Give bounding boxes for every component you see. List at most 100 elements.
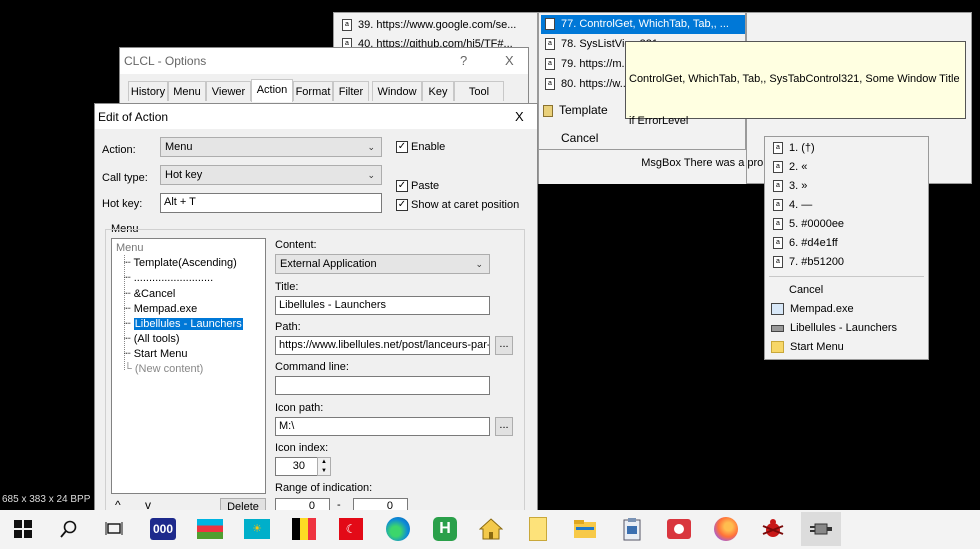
clipboard-app-icon[interactable] — [615, 512, 649, 546]
document-icon: a — [773, 199, 783, 212]
command-line-input[interactable] — [275, 376, 490, 395]
template-item[interactable]: Template — [543, 101, 608, 120]
action-select[interactable]: Menu ⌄ — [160, 137, 382, 157]
tree-item-new[interactable]: └ (New content) — [124, 362, 203, 377]
popup-item-mempad[interactable]: Mempad.exe — [771, 300, 854, 319]
popup-menu: a 1. (†) a 2. « a 3. » a 4. — a 5. #0000ee a6… — [764, 136, 929, 360]
tree-item[interactable]: ┈ Mempad.exe — [124, 302, 197, 317]
popup-cancel[interactable]: Cancel — [789, 281, 823, 300]
azerbaijan-flag-icon[interactable] — [193, 512, 227, 546]
history-item-selected[interactable]: a 77. ControlGet, WhichTab, Tab,, ... — [541, 15, 745, 34]
options-titlebar: CLCL - Options ? X — [120, 48, 528, 74]
tab-format[interactable]: Format — [293, 81, 333, 101]
hot-key-input[interactable]: Alt + T — [160, 193, 382, 213]
tab-window[interactable]: Window — [372, 81, 422, 101]
tab-key[interactable]: Key — [422, 81, 454, 101]
tab-action[interactable]: Action — [251, 79, 293, 102]
enable-checkbox[interactable]: ✓ — [396, 141, 408, 153]
document-icon: a — [773, 142, 783, 155]
status-text: 685 x 383 x 24 BPP — [2, 494, 91, 505]
tree-item-selected[interactable]: ┈ Libellules - Launchers — [124, 317, 243, 332]
popup-item[interactable]: a 6. #d4e1ff — [773, 234, 838, 253]
popup-item[interactable]: a 4. — — [773, 196, 812, 215]
chevron-down-icon: ⌄ — [367, 170, 375, 180]
document-icon: a — [545, 38, 555, 51]
icon-index-stepper[interactable]: ▲ ▼ — [317, 457, 331, 476]
action-label: Action: — [102, 144, 136, 156]
notepad-icon — [771, 303, 784, 316]
tab-history[interactable]: History — [128, 81, 168, 101]
tree-item[interactable]: ┈ .......................... — [124, 271, 213, 286]
close-icon[interactable]: X — [505, 53, 514, 68]
tree-item[interactable]: ┈ (All tools) — [124, 332, 180, 347]
belgium-flag-icon[interactable] — [287, 512, 321, 546]
icon-index-label: Icon index: — [275, 442, 329, 454]
call-type-select[interactable]: Hot key ⌄ — [160, 165, 382, 185]
icon-path-browse-button[interactable]: ... — [495, 417, 513, 436]
menu-tree[interactable]: Menu ┈ Template(Ascending) ┈ ...........… — [111, 238, 266, 494]
title-label: Title: — [275, 281, 299, 293]
h-app-icon[interactable]: H — [428, 512, 462, 546]
enable-label: Enable — [411, 141, 446, 153]
bug-app-icon[interactable] — [756, 512, 790, 546]
path-browse-button[interactable]: ... — [495, 336, 513, 355]
screenshot-app-icon[interactable] — [662, 512, 696, 546]
home-icon[interactable] — [474, 512, 508, 546]
popup-item[interactable]: a 5. #0000ee — [773, 215, 844, 234]
tab-viewer[interactable]: Viewer — [206, 81, 251, 101]
tooltip-line: ControlGet, WhichTab, Tab,, SysTabContro… — [629, 73, 960, 85]
close-icon[interactable]: X — [515, 109, 524, 124]
options-title: CLCL - Options — [124, 54, 207, 68]
popup-item-libellules[interactable]: Libellules - Launchers — [771, 319, 897, 338]
range-label: Range of indication: — [275, 482, 373, 494]
tab-menu[interactable]: Menu — [168, 81, 206, 101]
tree-item[interactable]: ┈ Start Menu — [124, 347, 188, 362]
cancel-item[interactable]: Cancel — [561, 129, 598, 148]
file-explorer-icon[interactable] — [568, 512, 602, 546]
plug-app-icon[interactable] — [801, 512, 841, 546]
dialog-titlebar: Edit of Action X — [95, 104, 537, 129]
tab-filter[interactable]: Filter — [333, 81, 369, 101]
task-view-icon[interactable] — [97, 512, 131, 546]
tree-item[interactable]: ┈ &Cancel — [124, 287, 175, 302]
document-icon: a — [773, 180, 783, 193]
content-select[interactable]: External Application ⌄ — [275, 254, 490, 274]
folder-icon — [771, 341, 784, 354]
tree-item[interactable]: ┈ Template(Ascending) — [124, 256, 237, 271]
popup-item-startmenu[interactable]: Start Menu — [771, 338, 844, 357]
popup-item[interactable]: a 2. « — [773, 158, 807, 177]
dialog-title: Edit of Action — [98, 110, 169, 124]
tab-tool[interactable]: Tool — [454, 81, 504, 101]
paste-checkbox[interactable]: ✓ — [396, 180, 408, 192]
help-button[interactable]: ? — [460, 53, 467, 68]
firefox-icon[interactable] — [709, 512, 743, 546]
history-item[interactable]: a 80. https://w... — [545, 75, 629, 94]
icon-path-input[interactable]: M:\ — [275, 417, 490, 436]
notes-icon[interactable] — [521, 512, 555, 546]
popup-item[interactable]: a 3. » — [773, 177, 807, 196]
title-input[interactable]: Libellules - Launchers — [275, 296, 490, 315]
document-icon: a — [773, 218, 783, 231]
turkey-flag-icon[interactable]: ☾ — [334, 512, 368, 546]
document-icon: a — [773, 161, 783, 174]
hot-key-label: Hot key: — [102, 198, 143, 210]
history-item[interactable]: a 79. https://m... — [545, 55, 631, 74]
icon-index-input[interactable]: 30 — [275, 457, 320, 476]
tree-root[interactable]: Menu — [116, 241, 144, 256]
menu-separator — [769, 276, 924, 277]
edge-browser-icon[interactable] — [381, 512, 415, 546]
launcher-icon — [771, 324, 784, 332]
path-input[interactable]: https://www.libellules.net/post/lanceurs… — [275, 336, 490, 355]
chevron-down-icon: ⌄ — [367, 142, 375, 152]
kazakhstan-flag-icon[interactable]: ☀ — [240, 512, 274, 546]
show-caret-checkbox[interactable]: ✓ — [396, 199, 408, 211]
popup-item[interactable]: a 1. (†) — [773, 139, 815, 158]
search-icon[interactable] — [52, 512, 86, 546]
counter-app-icon[interactable]: 000 — [146, 512, 180, 546]
history-item[interactable]: a 39. https://www.google.com/se... — [342, 16, 516, 35]
document-icon: a — [545, 78, 555, 91]
windows-start-icon[interactable] — [6, 512, 40, 546]
popup-item[interactable]: a 7. #b51200 — [773, 253, 844, 272]
document-icon: a — [545, 58, 555, 71]
folder-icon — [543, 104, 553, 117]
